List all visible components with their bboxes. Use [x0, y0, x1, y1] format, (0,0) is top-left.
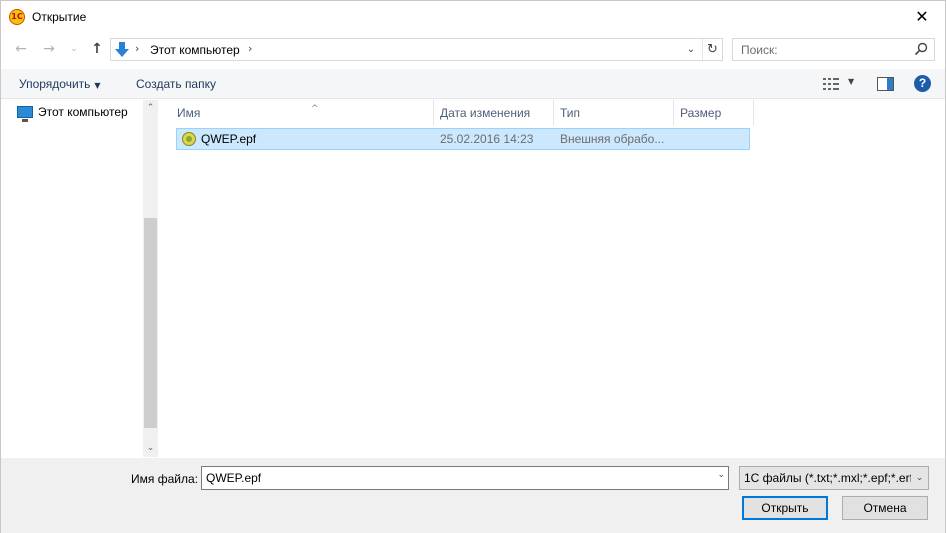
filename-dropdown-icon[interactable]: ⌄ — [717, 470, 725, 480]
organize-label: Упорядочить — [19, 77, 91, 91]
back-button[interactable]: ← — [11, 39, 31, 59]
file-name: QWEP.epf — [201, 132, 257, 146]
forward-button[interactable]: → — [39, 39, 59, 59]
address-path[interactable]: Этот компьютер — [150, 43, 240, 57]
open-file-dialog: 1С Открытие ✕ ← → ⌄ ↑ › Этот компьютер ›… — [0, 0, 946, 533]
command-toolbar: Упорядочить ▼ Создать папку ▼ ? — [1, 69, 945, 99]
column-label: Имя — [177, 106, 201, 120]
window-title: Открытие — [32, 10, 87, 24]
open-button[interactable]: Открыть — [742, 496, 828, 520]
download-arrow-icon — [115, 42, 129, 57]
column-header-type[interactable]: Тип — [554, 100, 674, 126]
chevron-down-icon: ▼ — [94, 81, 101, 90]
refresh-button[interactable]: ↻ — [702, 39, 722, 60]
filename-label: Имя файла: — [131, 472, 198, 486]
filter-dropdown-icon[interactable]: ⌄ — [911, 467, 928, 489]
navigation-bar: ← → ⌄ ↑ › Этот компьютер › ⌄ ↻ Поиск: — [1, 36, 945, 64]
file-list: Имя ^ Дата изменения Тип Размер QWEP.epf… — [159, 100, 945, 457]
scroll-down-icon[interactable]: ⌄ — [143, 440, 158, 457]
search-icon — [914, 42, 928, 56]
search-box[interactable]: Поиск: — [732, 38, 935, 61]
recent-locations-button[interactable]: ⌄ — [64, 39, 84, 59]
navigation-scrollbar[interactable]: ⌃ ⌄ — [143, 100, 158, 457]
file-type-filter-value: 1С файлы (*.txt;*.mxl;*.epf;*.erf) — [744, 471, 917, 485]
address-dropdown-button[interactable]: ⌄ — [683, 41, 699, 59]
cancel-button[interactable]: Отмена — [842, 496, 928, 520]
scrollbar-thumb[interactable] — [144, 218, 157, 428]
column-header-date[interactable]: Дата изменения — [434, 100, 554, 126]
dialog-footer: Имя файла: QWEP.epf ⌄ 1С файлы (*.txt;*.… — [1, 458, 945, 533]
view-options-icon[interactable] — [823, 77, 839, 91]
help-icon[interactable]: ? — [914, 75, 931, 92]
nav-item-label: Этот компьютер — [38, 105, 128, 119]
view-dropdown-icon[interactable]: ▼ — [848, 77, 854, 86]
close-button[interactable]: ✕ — [899, 1, 945, 32]
column-header-size[interactable]: Размер — [674, 100, 754, 126]
up-button[interactable]: ↑ — [87, 39, 107, 59]
address-separator-icon: › — [135, 42, 140, 55]
file-date: 25.02.2016 14:23 — [440, 132, 534, 146]
filename-input[interactable]: QWEP.epf ⌄ — [201, 466, 729, 490]
app-1c-icon: 1С — [9, 9, 25, 25]
file-type: Внешняя обрабо... — [560, 132, 665, 146]
filename-value[interactable]: QWEP.epf — [206, 471, 261, 485]
sort-ascending-icon: ^ — [311, 104, 319, 114]
search-input[interactable]: Поиск: — [741, 43, 778, 57]
address-bar[interactable]: › Этот компьютер › ⌄ ↻ — [110, 38, 723, 61]
preview-pane-icon[interactable] — [877, 77, 894, 91]
scroll-up-icon[interactable]: ⌃ — [143, 100, 158, 117]
column-header-name[interactable]: Имя ^ — [171, 100, 434, 126]
title-bar: 1С Открытие ✕ — [1, 1, 945, 32]
address-chevron-icon[interactable]: › — [248, 42, 252, 55]
file-row[interactable]: QWEP.epf 25.02.2016 14:23 Внешняя обрабо… — [176, 128, 750, 150]
new-folder-button[interactable]: Создать папку — [136, 77, 216, 91]
computer-icon — [17, 106, 33, 122]
organize-button[interactable]: Упорядочить ▼ — [19, 77, 101, 91]
navigation-pane: Этот компьютер ⌃ ⌄ — [1, 100, 158, 457]
epf-file-icon — [182, 132, 196, 146]
file-type-filter[interactable]: 1С файлы (*.txt;*.mxl;*.epf;*.erf) ⌄ — [739, 466, 929, 490]
